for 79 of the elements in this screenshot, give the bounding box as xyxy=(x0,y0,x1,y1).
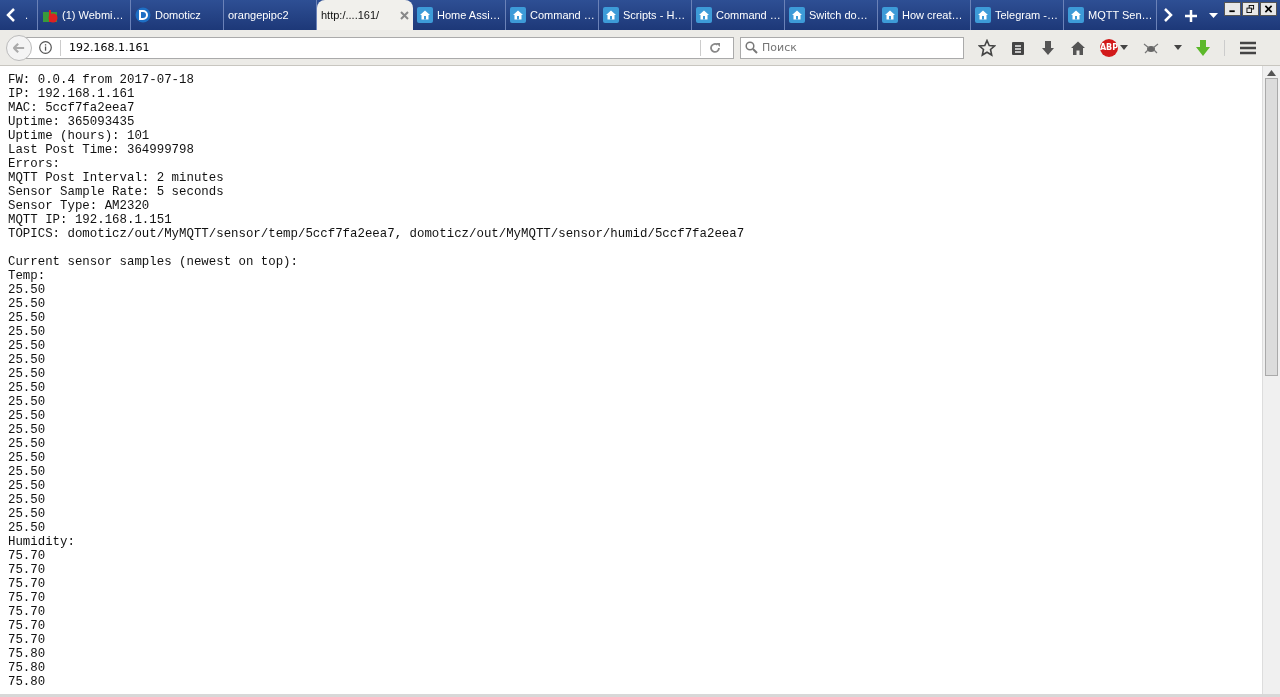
text-line: 75.70 xyxy=(8,633,46,647)
restore-button[interactable] xyxy=(1242,2,1259,16)
text-line: 25.50 xyxy=(8,395,46,409)
house-icon xyxy=(1068,7,1084,23)
text-line: Uptime: 365093435 xyxy=(8,115,135,129)
plus-icon[interactable] xyxy=(1185,10,1197,22)
text-line: 75.70 xyxy=(8,549,46,563)
house-icon xyxy=(789,7,805,23)
house-icon xyxy=(417,7,433,23)
search-icon xyxy=(745,41,758,54)
text-line: Sensor Type: AM2320 xyxy=(8,199,150,213)
gift-icon xyxy=(42,7,58,23)
minimize-button[interactable] xyxy=(1224,2,1241,16)
search-field[interactable]: Поиск xyxy=(762,41,963,54)
text-line: 25.50 xyxy=(8,479,46,493)
text-line: 25.50 xyxy=(8,465,46,479)
text-line: TOPICS: domoticz/out/MyMQTT/sensor/temp/5ccf7fa2eea7, domoticz/out/MyMQTT/sensor/humid/5ccf7fa2eea7 xyxy=(8,227,745,241)
text-line: MAC: 5ccf7fa2eea7 xyxy=(8,101,135,115)
text-line: 25.50 xyxy=(8,339,46,353)
address-field[interactable]: 192.168.1.161 xyxy=(69,41,692,54)
scrollbar[interactable] xyxy=(1262,66,1280,694)
house-icon xyxy=(510,7,526,23)
reading-list-icon[interactable] xyxy=(1010,39,1026,56)
text-line: 25.50 xyxy=(8,451,46,465)
text-line: 75.70 xyxy=(8,591,46,605)
text-line: 75.70 xyxy=(8,563,46,577)
caret-icon[interactable] xyxy=(1174,45,1182,50)
text-line: 75.70 xyxy=(8,577,46,591)
adblock-button[interactable]: ABP xyxy=(1100,38,1118,57)
text-line: 25.50 xyxy=(8,493,46,507)
house-icon xyxy=(882,7,898,23)
address-bar[interactable]: 192.168.1.161 xyxy=(26,36,734,59)
download-icon[interactable] xyxy=(1040,39,1056,56)
text-line: 25.50 xyxy=(8,409,46,423)
reload-icon[interactable] xyxy=(709,41,721,54)
text-line: MQTT Post Interval: 2 minutes xyxy=(8,171,224,185)
text-line: 25.50 xyxy=(8,367,46,381)
text-line: 25.50 xyxy=(8,437,46,451)
logo-icon xyxy=(135,7,151,23)
text-line: 25.50 xyxy=(8,325,46,339)
house-icon xyxy=(975,7,991,23)
home-icon[interactable] xyxy=(1070,39,1086,56)
text-line: FW: 0.0.4 from 2017-07-18 xyxy=(8,73,194,87)
text-line: 75.80 xyxy=(8,675,46,689)
chevron-left-icon[interactable] xyxy=(6,8,16,22)
text-line: Humidity: xyxy=(8,535,75,549)
text-line: Current sensor samples (newest on top): xyxy=(8,255,298,269)
search-box[interactable]: Поиск xyxy=(740,36,964,59)
text-line: MQTT IP: 192.168.1.151 xyxy=(8,213,172,227)
menu-icon[interactable] xyxy=(1239,40,1257,55)
text-line: Uptime (hours): 101 xyxy=(8,129,150,143)
text-line: Last Post Time: 364999798 xyxy=(8,143,194,157)
text-line: 75.70 xyxy=(8,619,46,633)
browser-tab[interactable]: http:/....161/ xyxy=(317,0,413,30)
text-line: 25.50 xyxy=(8,311,46,325)
house-icon xyxy=(603,7,619,23)
text-line: Sensor Sample Rate: 5 seconds xyxy=(8,185,224,199)
star-icon[interactable] xyxy=(978,38,996,57)
caret-icon[interactable] xyxy=(1209,13,1218,18)
info-icon[interactable] xyxy=(39,41,52,54)
caret-icon[interactable] xyxy=(1120,45,1128,50)
text-line: 25.50 xyxy=(8,353,46,367)
text-line: 25.50 xyxy=(8,381,46,395)
text-line: Errors: xyxy=(8,157,61,171)
text-line: IP: 192.168.1.161 xyxy=(8,87,135,101)
text-line: 25.50 xyxy=(8,507,46,521)
scroll-up-icon[interactable] xyxy=(1267,70,1276,76)
text-line: 25.50 xyxy=(8,423,46,437)
chevron-right-icon[interactable] xyxy=(1163,8,1173,22)
text-line: Temp: xyxy=(8,269,46,283)
text-line: 75.80 xyxy=(8,647,46,661)
house-icon xyxy=(696,7,712,23)
close-icon[interactable] xyxy=(400,10,409,20)
close-button[interactable] xyxy=(1260,2,1277,16)
text-line: 75.80 xyxy=(8,661,46,675)
text-line: 25.50 xyxy=(8,283,46,297)
text-line: 75.70 xyxy=(8,605,46,619)
text-line: 25.50 xyxy=(8,297,46,311)
text-line: 25.50 xyxy=(8,521,46,535)
